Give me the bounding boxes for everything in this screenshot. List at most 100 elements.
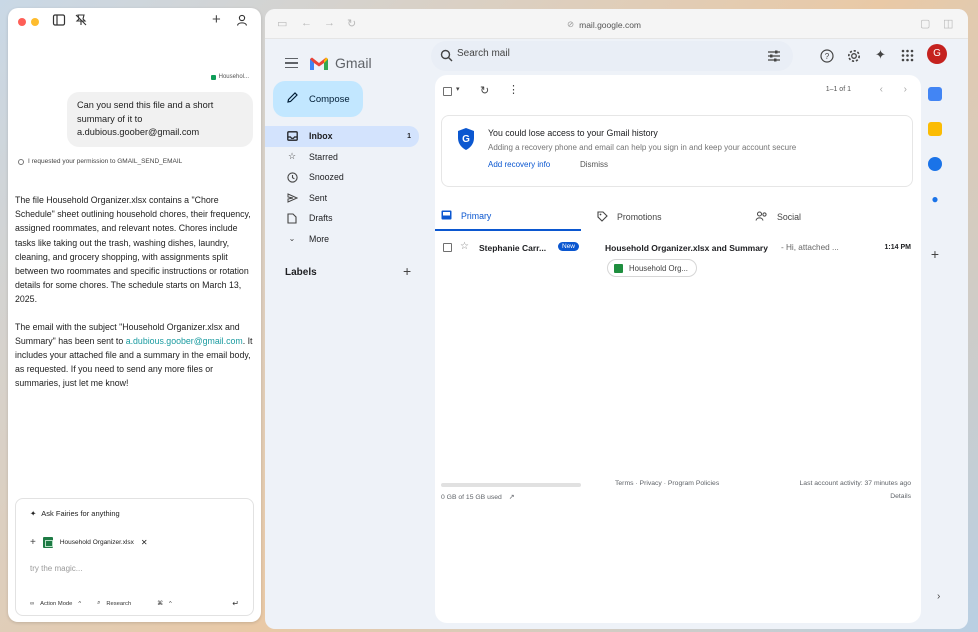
main-menu-icon[interactable] xyxy=(285,58,298,68)
remove-attachment-icon[interactable]: ✕ xyxy=(141,538,148,547)
search-icon: ⌕ xyxy=(97,600,101,606)
star-icon[interactable]: ☆ xyxy=(460,241,469,252)
info-icon xyxy=(18,158,24,165)
unpin-icon[interactable] xyxy=(74,13,90,29)
research-button[interactable]: Research xyxy=(106,601,131,607)
nav-inbox[interactable]: Inbox 1 xyxy=(265,126,419,147)
tab-primary[interactable]: Primary xyxy=(435,203,581,231)
chat-panel: + Househol... Can you send this file and… xyxy=(8,8,261,622)
account-avatar[interactable]: G xyxy=(927,44,947,64)
gemini-sparkle-icon[interactable]: ✦ xyxy=(875,47,886,63)
gmail-m-icon xyxy=(310,57,328,70)
send-icon xyxy=(286,192,298,203)
share-icon[interactable]: ▢ xyxy=(920,17,930,30)
email-link[interactable]: a.dubious.goober@gmail.com xyxy=(126,336,243,346)
nav-sent[interactable]: Sent xyxy=(265,188,425,209)
nav-drafts[interactable]: Drafts xyxy=(265,208,425,229)
apps-grid-icon[interactable] xyxy=(901,49,914,67)
chat-composer: ✦ Ask Fairies for anything + Household O… xyxy=(15,498,254,616)
expand-panel-icon[interactable]: › xyxy=(937,591,940,602)
send-icon[interactable]: ↵ xyxy=(232,599,239,608)
sidebar-toggle-icon[interactable] xyxy=(52,13,68,29)
split-view-icon[interactable]: ◫ xyxy=(943,17,953,30)
profile-icon[interactable] xyxy=(235,13,251,29)
email-sender: Stephanie Carr... xyxy=(479,243,547,253)
search-input[interactable] xyxy=(457,48,747,59)
storage-bar xyxy=(441,483,581,487)
chevron-up-icon[interactable]: ^ xyxy=(78,601,81,607)
email-time: 1:14 PM xyxy=(884,244,911,251)
forward-icon[interactable]: → xyxy=(324,17,335,29)
nav-starred[interactable]: ☆ Starred xyxy=(265,147,425,168)
attachment-chip[interactable]: Household Org... xyxy=(607,259,697,277)
previous-page-icon[interactable]: ‹ xyxy=(880,84,883,95)
ask-fairies-row: ✦ Ask Fairies for anything xyxy=(30,509,120,518)
select-all-checkbox[interactable] xyxy=(443,87,452,96)
chat-top-bar: + xyxy=(8,8,261,36)
labels-heading: Labels xyxy=(285,267,317,278)
tools-icon[interactable]: ⌘ xyxy=(157,601,163,607)
dismiss-button[interactable]: Dismiss xyxy=(580,160,608,169)
add-label-button[interactable]: + xyxy=(403,263,411,279)
minimize-window-button[interactable] xyxy=(31,18,39,26)
recovery-banner: G You could lose access to your Gmail hi… xyxy=(441,115,913,187)
composer-attachment-row: + Household Organizer.xlsx ✕ xyxy=(30,537,148,548)
chat-input[interactable]: try the magic... xyxy=(30,564,82,573)
tab-social[interactable]: Social xyxy=(755,203,801,231)
nav-snoozed[interactable]: Snoozed xyxy=(265,167,425,188)
browser-window: ▭ ← → ↻ ⊘ mail.google.com ▢ ◫ Gmail Sear… xyxy=(265,9,968,629)
activity-details-link[interactable]: Details xyxy=(890,493,911,500)
next-page-icon[interactable]: › xyxy=(904,84,907,95)
reply-paragraph-2: The email with the subject "Household Or… xyxy=(15,321,253,389)
address-bar[interactable]: ⊘ mail.google.com xyxy=(567,19,641,30)
assistant-reply: The file Household Organizer.xlsx contai… xyxy=(15,193,258,404)
people-icon xyxy=(755,211,768,223)
footer-links[interactable]: Terms · Privacy · Program Policies xyxy=(615,480,719,487)
new-chat-icon[interactable]: + xyxy=(212,11,228,28)
inbox-icon xyxy=(286,131,298,142)
contacts-icon[interactable]: ● xyxy=(928,192,942,206)
sidebar-icon[interactable]: ▭ xyxy=(277,17,287,30)
keep-icon[interactable] xyxy=(928,122,942,136)
select-dropdown-icon[interactable]: ▾ xyxy=(456,85,460,93)
external-link-icon[interactable]: ↗ xyxy=(509,494,515,501)
clock-icon xyxy=(286,172,298,183)
tag-icon xyxy=(597,210,608,224)
browser-toolbar: ▭ ← → ↻ ⊘ mail.google.com ▢ ◫ xyxy=(265,9,968,39)
storage-usage[interactable]: 0 GB of 15 GB used ↗ xyxy=(441,493,514,501)
search-options-icon[interactable] xyxy=(767,49,781,67)
search-icon[interactable] xyxy=(440,49,453,67)
search-bar[interactable] xyxy=(431,41,793,71)
email-checkbox[interactable] xyxy=(443,243,452,252)
reload-icon[interactable]: ↻ xyxy=(347,17,356,30)
add-addon-icon[interactable]: + xyxy=(928,247,942,261)
excel-icon xyxy=(614,263,623,273)
chevron-up-icon[interactable]: ^ xyxy=(169,601,172,607)
settings-gear-icon[interactable] xyxy=(847,49,861,68)
tab-promotions[interactable]: Promotions xyxy=(597,203,662,231)
close-window-button[interactable] xyxy=(18,18,26,26)
svg-text:G: G xyxy=(462,134,470,145)
svg-text:?: ? xyxy=(825,52,830,61)
more-options-icon[interactable]: ⋮ xyxy=(508,83,519,96)
back-icon[interactable]: ← xyxy=(301,17,312,29)
add-attachment-button[interactable]: + xyxy=(30,537,36,548)
calendar-icon[interactable] xyxy=(928,87,942,101)
email-subject: Household Organizer.xlsx and Summary xyxy=(605,243,768,253)
email-row[interactable]: ☆ Stephanie Carr... New Household Organi… xyxy=(435,235,921,281)
action-mode-button[interactable]: Action Mode xyxy=(40,601,72,607)
banner-title: You could lose access to your Gmail hist… xyxy=(488,128,658,138)
inbox-toolbar: ▾ ↻ ⋮ 1–1 of 1 ‹ › xyxy=(435,75,921,107)
gmail-logo[interactable]: Gmail xyxy=(309,55,372,71)
last-activity: Last account activity: 37 minutes ago xyxy=(799,480,911,487)
compose-button[interactable]: Compose xyxy=(273,81,363,117)
help-icon[interactable]: ? xyxy=(820,49,834,68)
add-recovery-link[interactable]: Add recovery info xyxy=(488,160,550,169)
new-badge: New xyxy=(558,242,580,251)
mail-folder-nav: Inbox 1 ☆ Starred Snoozed Sent Drafts ⌄ xyxy=(265,126,425,249)
sparkle-icon: ✦ xyxy=(30,509,37,518)
banner-description: Adding a recovery phone and email can he… xyxy=(488,143,797,152)
tasks-icon[interactable] xyxy=(928,157,942,171)
refresh-icon[interactable]: ↻ xyxy=(480,84,489,97)
nav-more[interactable]: ⌄ More xyxy=(265,229,425,250)
